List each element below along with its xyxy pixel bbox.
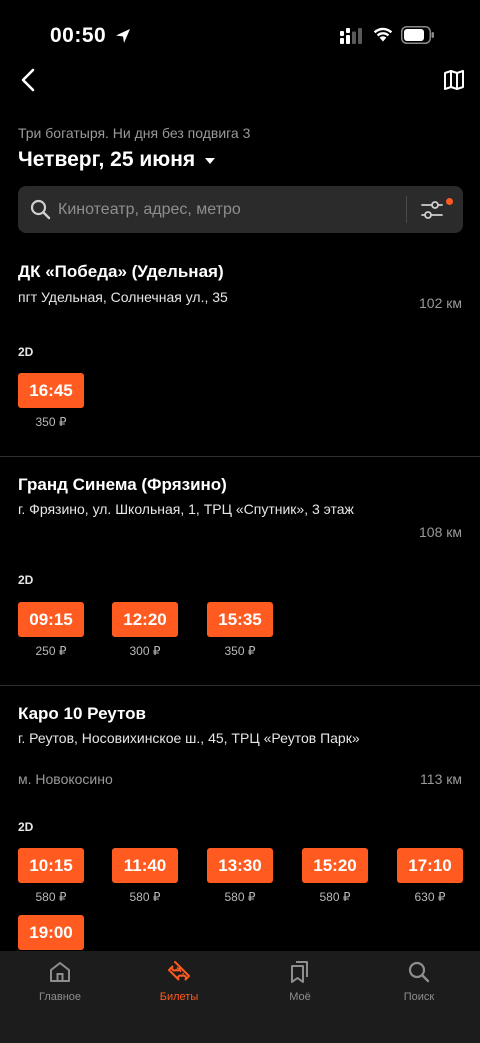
map-icon (444, 70, 464, 90)
cinema-distance: 102 км (419, 295, 462, 311)
filter-button[interactable] (420, 196, 454, 223)
wifi-icon (373, 27, 393, 42)
tab-label: Билеты (159, 991, 199, 1003)
format-label: 2D (18, 573, 34, 587)
ticket-icon (168, 961, 190, 981)
session: 12:20 300 ₽ (112, 602, 178, 658)
tab-label: Моё (289, 991, 311, 1003)
session: 10:15 580 ₽ (18, 848, 84, 904)
date-label: Четверг, 25 июня (18, 148, 196, 171)
session-price: 580 ₽ (35, 890, 67, 904)
date-selector[interactable]: Четверг, 25 июня (18, 148, 216, 172)
tab-mine[interactable]: Моё (255, 959, 345, 1003)
session-time-button[interactable]: 11:40 (112, 848, 178, 883)
status-time: 00:50 (50, 24, 107, 47)
search-divider (406, 196, 407, 223)
session: 15:35 350 ₽ (207, 602, 273, 658)
session-time-button[interactable]: 10:15 (18, 848, 84, 883)
tab-search[interactable]: Поиск (374, 959, 464, 1003)
divider (0, 685, 480, 686)
session-time-button[interactable]: 19:00 (18, 915, 84, 950)
cinema-name[interactable]: Гранд Синема (Фрязино) (18, 475, 227, 495)
format-label: 2D (18, 820, 34, 834)
cinema-distance: 108 км (419, 524, 462, 540)
tab-label: Главное (38, 991, 82, 1003)
divider (0, 456, 480, 457)
caret-down-icon (205, 158, 216, 164)
session-price: 630 ₽ (414, 890, 446, 904)
filter-sliders-icon (421, 201, 443, 219)
session: 11:40 580 ₽ (112, 848, 178, 904)
map-button[interactable] (440, 66, 468, 94)
battery-icon (401, 26, 434, 44)
session-price: 350 ₽ (35, 415, 67, 429)
session-price: 580 ₽ (224, 890, 256, 904)
cinema-name[interactable]: ДК «Победа» (Удельная) (18, 262, 224, 282)
tab-tickets[interactable]: Билеты (134, 959, 224, 1003)
session-time-button[interactable]: 15:35 (207, 602, 273, 637)
tab-home[interactable]: Главное (15, 959, 105, 1003)
session-price: 300 ₽ (129, 644, 161, 658)
back-button[interactable] (14, 64, 42, 96)
session: 09:15 250 ₽ (18, 602, 84, 658)
format-label: 2D (18, 345, 34, 359)
bookmarks-icon (291, 961, 308, 983)
tab-label: Поиск (403, 991, 435, 1003)
cinema-address: пгт Удельная, Солнечная ул., 35 (18, 289, 228, 305)
search-icon (408, 961, 430, 983)
session-price: 350 ₽ (224, 644, 256, 658)
status-bar: 00:50 (0, 0, 480, 60)
session-time-button[interactable]: 13:30 (207, 848, 273, 883)
session: 16:45 350 ₽ (18, 373, 84, 429)
cinema-address: г. Фрязино, ул. Школьная, 1, ТРЦ «Спутни… (18, 501, 354, 517)
search-box (18, 186, 463, 233)
session: 13:30 580 ₽ (207, 848, 273, 904)
cinema-address: г. Реутов, Носовихинское ш., 45, ТРЦ «Ре… (18, 730, 360, 746)
chevron-left-icon (21, 68, 35, 92)
session-price: 250 ₽ (35, 644, 67, 658)
filter-active-dot (446, 198, 453, 205)
session: 17:10 630 ₽ (397, 848, 463, 904)
session: 15:20 580 ₽ (302, 848, 368, 904)
cinema-distance: 113 км (420, 771, 462, 787)
home-icon (50, 962, 70, 982)
session-time-button[interactable]: 09:15 (18, 602, 84, 637)
film-title: Три богатыря. Ни дня без подвига 3 (18, 125, 251, 141)
session-time-button[interactable]: 16:45 (18, 373, 84, 408)
location-arrow-icon (116, 29, 130, 43)
session-price: 580 ₽ (129, 890, 161, 904)
nav-bar (0, 60, 480, 104)
cinema-metro: м. Новокосино (18, 771, 113, 787)
session-time-button[interactable]: 17:10 (397, 848, 463, 883)
tab-bar: Главное Билеты Моё Поиск (0, 951, 480, 1043)
cinema-name[interactable]: Каро 10 Реутов (18, 704, 146, 724)
cellular-signal-icon (340, 28, 362, 44)
search-input[interactable] (58, 186, 398, 233)
session-price: 580 ₽ (319, 890, 351, 904)
search-icon (30, 199, 51, 220)
session-time-button[interactable]: 15:20 (302, 848, 368, 883)
session-time-button[interactable]: 12:20 (112, 602, 178, 637)
session: 19:00 (18, 915, 84, 950)
